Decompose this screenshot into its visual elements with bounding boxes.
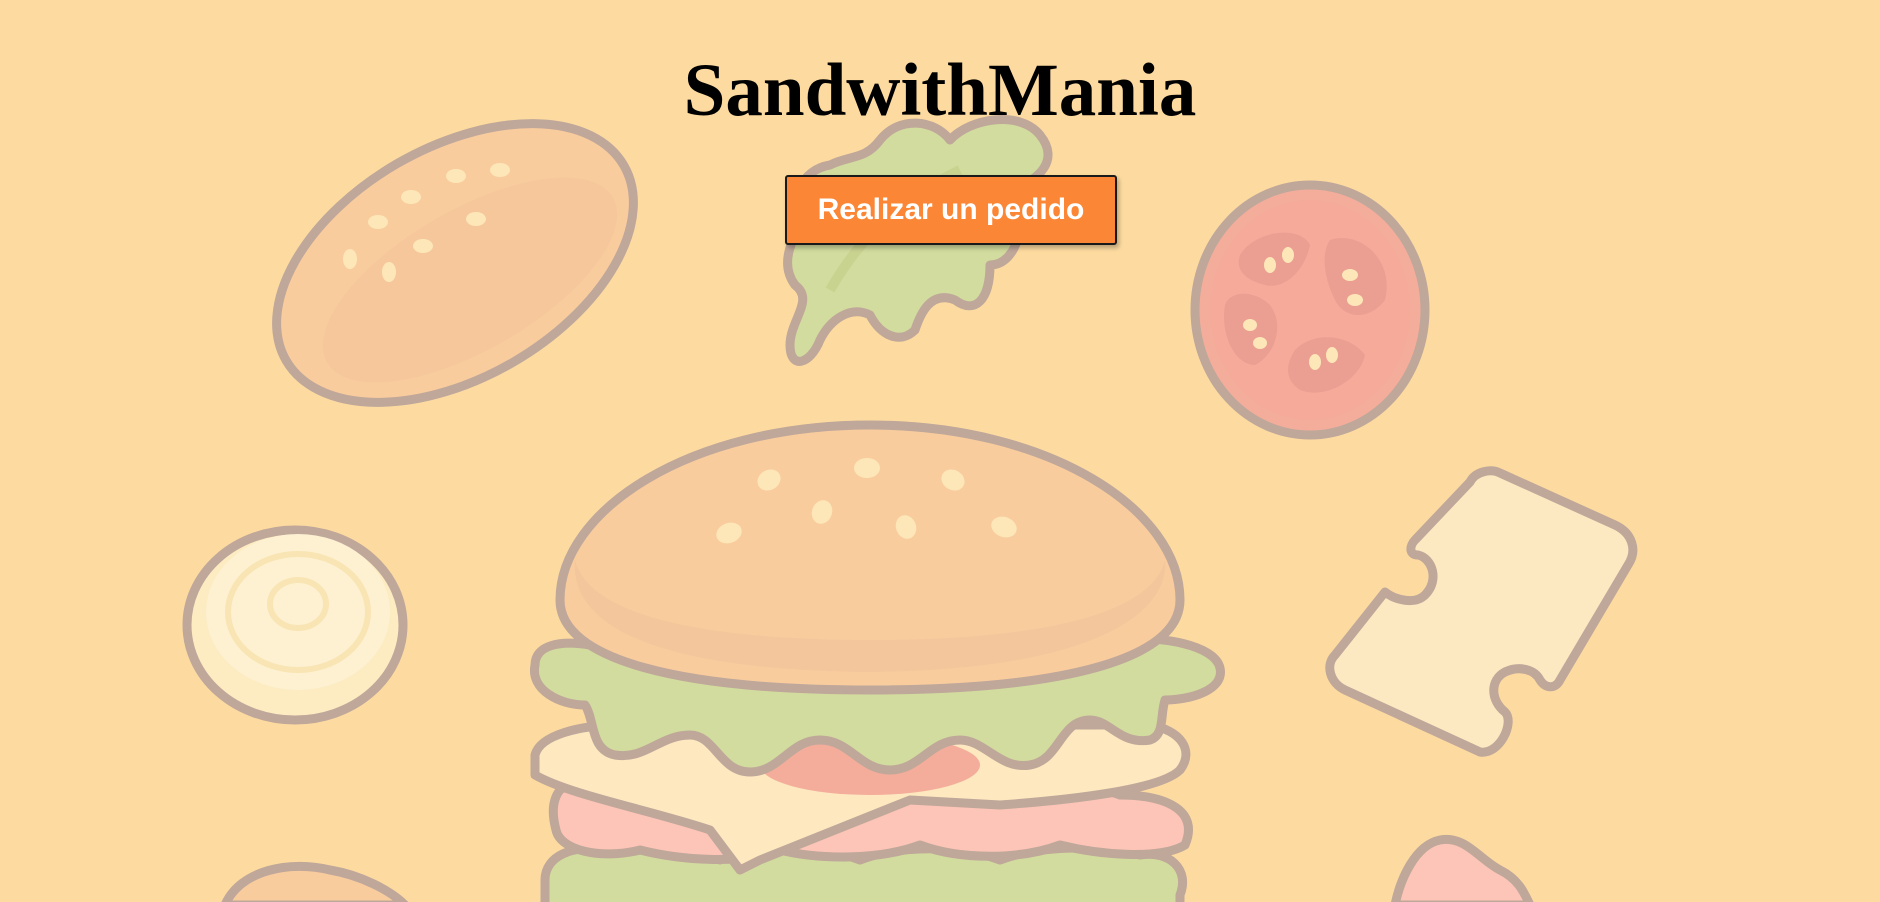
cheese-slice-icon xyxy=(1325,466,1638,757)
ham-icon xyxy=(1391,834,1534,902)
burger-stack-icon xyxy=(530,420,1225,902)
place-order-button[interactable]: Realizar un pedido xyxy=(785,175,1117,245)
page-title: SandwithMania xyxy=(683,49,1197,132)
page: SandwithMania Realizar un pedido xyxy=(0,0,1880,902)
tomato-slice-icon xyxy=(1190,180,1430,440)
bun-icon xyxy=(221,861,409,902)
onion-slice-icon xyxy=(182,525,408,725)
